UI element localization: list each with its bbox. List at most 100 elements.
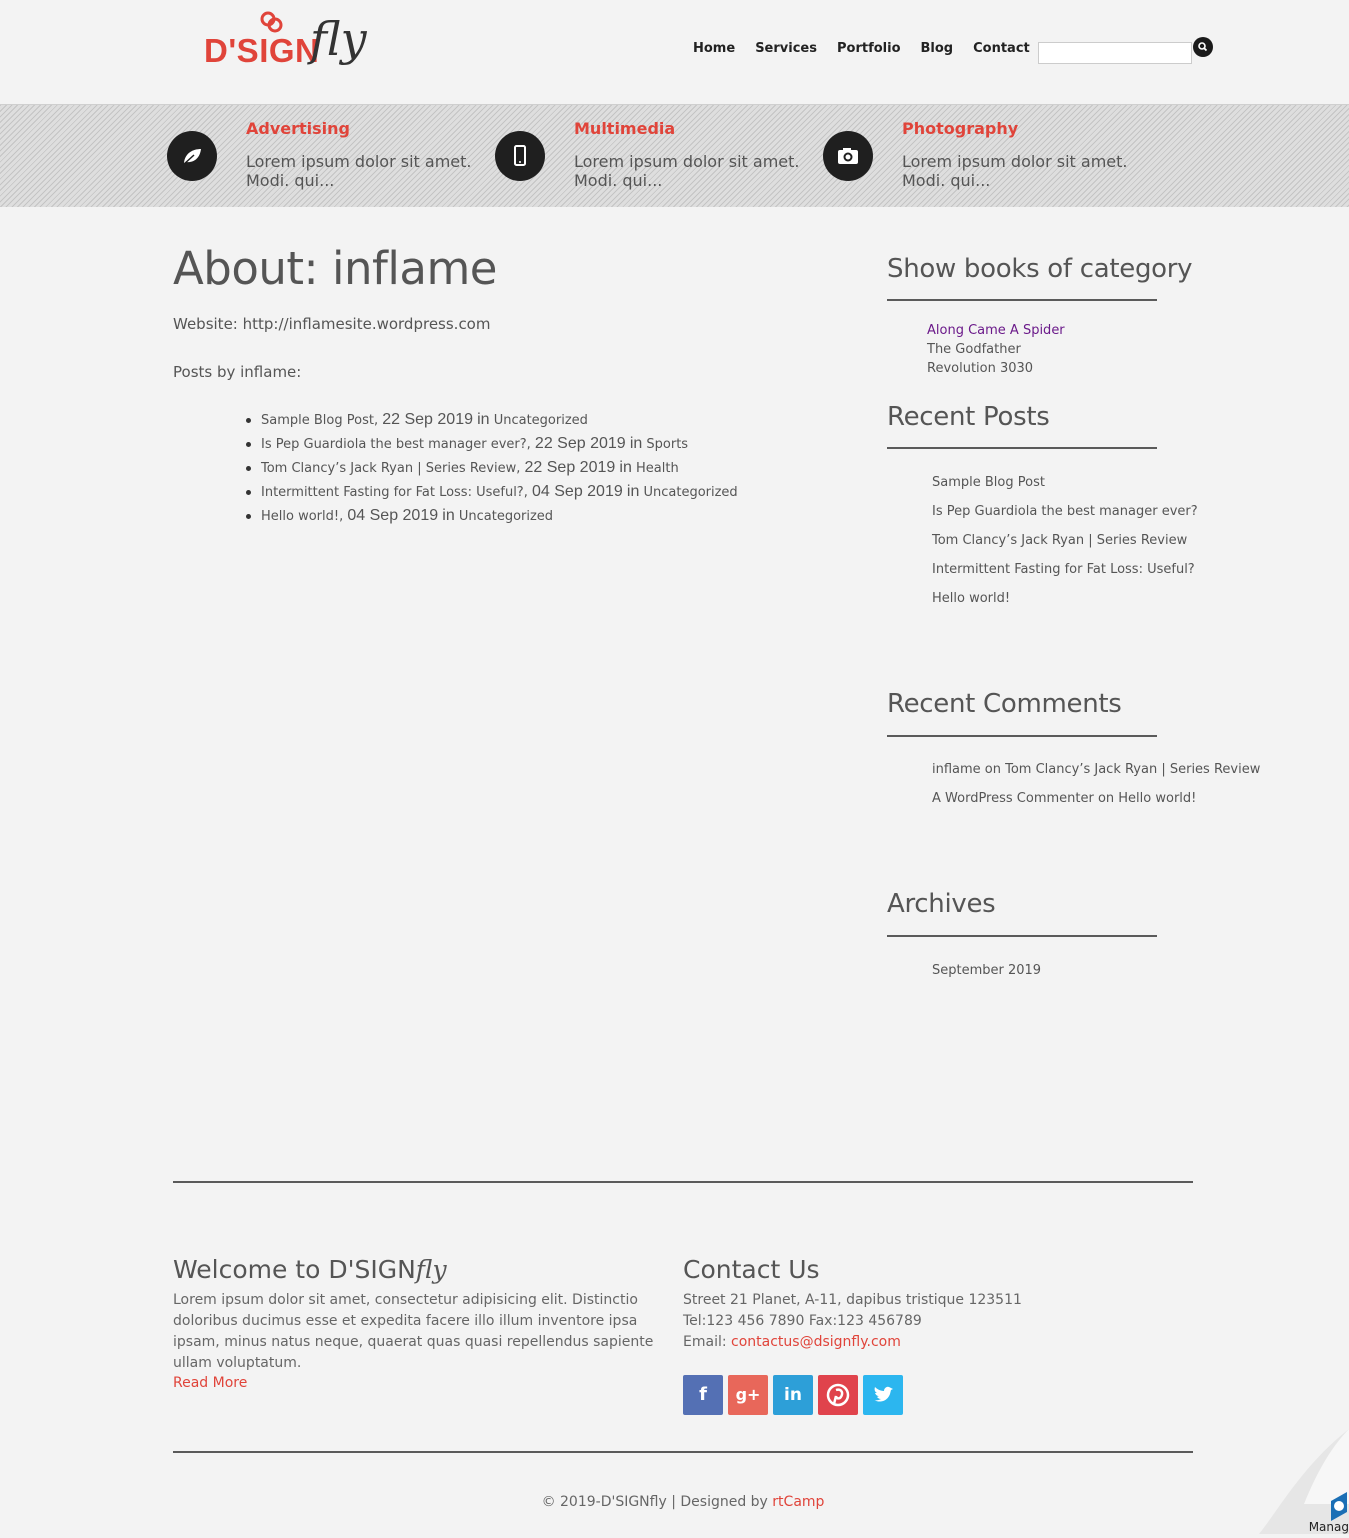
leaf-icon (167, 131, 217, 181)
nav-blog[interactable]: Blog (921, 41, 954, 56)
search-input[interactable] (1038, 42, 1192, 64)
separator: in (626, 483, 640, 500)
contact-title: Contact Us (683, 1255, 820, 1284)
email-link[interactable]: contactus@dsignfly.com (731, 1334, 901, 1350)
rings-icon (260, 11, 283, 33)
divider (887, 935, 1157, 937)
page-title: About: inflame (173, 242, 497, 295)
facebook-icon[interactable]: f (683, 1375, 723, 1415)
google-plus-icon[interactable]: g+ (728, 1375, 768, 1415)
book-item: The Godfather (927, 342, 1021, 357)
post-link[interactable]: Hello world! (261, 509, 339, 524)
welcome-title-fly: fly (415, 1255, 447, 1284)
divider (887, 735, 1157, 737)
recent-comments-list: inflame on Tom Clancy’s Jack Ryan | Seri… (932, 760, 1260, 818)
services-band: Advertising Lorem ipsum dolor sit amet. … (0, 104, 1349, 207)
camera-icon (823, 131, 873, 181)
rtcamp-link[interactable]: rtCamp (772, 1494, 824, 1510)
recent-post-link[interactable]: Hello world! (932, 591, 1010, 606)
divider (887, 299, 1157, 301)
service-title[interactable]: Photography (902, 119, 1018, 138)
read-more-link[interactable]: Read More (173, 1375, 247, 1391)
corner-label: Manag (1308, 1520, 1349, 1534)
welcome-title: Welcome to D'SIGNfly (173, 1255, 447, 1284)
service-title[interactable]: Advertising (246, 119, 350, 138)
pinterest-icon[interactable] (818, 1375, 858, 1415)
recent-post-link[interactable]: Intermittent Fasting for Fat Loss: Usefu… (932, 562, 1195, 577)
posts-by-heading: Posts by inflame: (173, 363, 302, 381)
nav-contact[interactable]: Contact (973, 41, 1030, 56)
list-item: Is Pep Guardiola the best manager ever?,… (246, 434, 738, 458)
post-date: 04 Sep 2019 (532, 483, 623, 500)
nav-services[interactable]: Services (755, 41, 817, 56)
contact-email-line: Email: contactus@dsignfly.com (683, 1332, 1163, 1353)
contact-phones: Tel:123 456 7890 Fax:123 456789 (683, 1313, 922, 1329)
linkedin-icon[interactable]: in (773, 1375, 813, 1415)
welcome-title-main: Welcome to D'SIGN (173, 1255, 416, 1284)
post-date: 22 Sep 2019 (382, 411, 473, 428)
search-button[interactable] (1193, 37, 1213, 57)
manage-corner-widget[interactable]: Manag (1259, 1429, 1349, 1534)
category-link[interactable]: Health (636, 461, 679, 476)
service-title[interactable]: Multimedia (574, 119, 675, 138)
logo-text-main: D'SIGN (204, 32, 320, 69)
footer-top-divider (173, 1181, 1193, 1183)
copyright-text: © 2019-D'SIGNfly | Designed by (541, 1494, 773, 1510)
mobile-icon (495, 131, 545, 181)
nav-home[interactable]: Home (693, 41, 735, 56)
separator: in (619, 459, 632, 476)
category-link[interactable]: Uncategorized (459, 509, 553, 524)
recent-comment-link[interactable]: A WordPress Commenter on Hello world! (932, 791, 1196, 806)
recent-post-link[interactable]: Is Pep Guardiola the best manager ever? (932, 504, 1198, 519)
author-website: Website: http://inflamesite.wordpress.co… (173, 315, 491, 333)
recent-post-link[interactable]: Tom Clancy’s Jack Ryan | Series Review (932, 533, 1187, 548)
copyright: © 2019-D'SIGNfly | Designed by rtCamp (0, 1494, 1349, 1510)
main-nav: Home Services Portfolio Blog Contact (693, 41, 1050, 56)
twitter-glyph (874, 1386, 893, 1402)
list-item: Tom Clancy’s Jack Ryan | Series Review, … (246, 458, 738, 482)
service-text: Lorem ipsum dolor sit amet. Modi. qui... (902, 152, 1128, 190)
list-item: Intermittent Fasting for Fat Loss: Usefu… (246, 482, 738, 506)
post-date: 04 Sep 2019 (347, 507, 439, 524)
page-curl-icon (1259, 1429, 1349, 1534)
post-date: 22 Sep 2019 (534, 435, 626, 452)
separator: , (516, 461, 521, 476)
contact-details: Street 21 Planet, A-11, dapibus tristiqu… (683, 1290, 1163, 1353)
books-list: Along Came A Spider The Godfather Revolu… (927, 321, 1065, 378)
author-post-list: Sample Blog Post, 22 Sep 2019 in Uncateg… (246, 410, 738, 530)
archive-link[interactable]: September 2019 (932, 963, 1041, 978)
pinterest-glyph (826, 1383, 850, 1407)
recent-posts-title: Recent Posts (887, 402, 1050, 432)
category-link[interactable]: Uncategorized (643, 485, 737, 500)
separator: , (373, 413, 379, 428)
separator: , (339, 509, 344, 524)
contact-address: Street 21 Planet, A-11, dapibus tristiqu… (683, 1292, 1022, 1308)
service-text: Lorem ipsum dolor sit amet. Modi. qui... (574, 152, 800, 190)
email-label: Email: (683, 1334, 732, 1350)
separator: in (629, 435, 643, 452)
twitter-icon[interactable] (863, 1375, 903, 1415)
post-link[interactable]: Tom Clancy’s Jack Ryan | Series Review (261, 461, 516, 476)
recent-comments-title: Recent Comments (887, 689, 1122, 719)
post-link[interactable]: Sample Blog Post (261, 413, 374, 428)
recent-comment-link[interactable]: inflame on Tom Clancy’s Jack Ryan | Seri… (932, 762, 1260, 777)
site-logo[interactable]: D'SIGN fly (203, 10, 393, 88)
recent-post-link[interactable]: Sample Blog Post (932, 475, 1045, 490)
nav-portfolio[interactable]: Portfolio (837, 41, 901, 56)
recent-posts-list: Sample Blog Post Is Pep Guardiola the be… (932, 473, 1198, 618)
search-icon (1198, 42, 1208, 52)
separator: in (442, 507, 455, 524)
list-item: Hello world!, 04 Sep 2019 in Uncategoriz… (246, 506, 738, 530)
post-date: 22 Sep 2019 (524, 459, 616, 476)
category-link[interactable]: Uncategorized (494, 413, 588, 428)
service-text: Lorem ipsum dolor sit amet. Modi. qui... (246, 152, 472, 190)
separator: , (526, 437, 531, 452)
archives-title: Archives (887, 889, 996, 919)
book-link[interactable]: Along Came A Spider (927, 323, 1065, 338)
separator: , (523, 485, 528, 500)
footer-bottom-divider (173, 1451, 1193, 1453)
book-item: Revolution 3030 (927, 361, 1034, 376)
category-link[interactable]: Sports (646, 437, 688, 452)
post-link[interactable]: Intermittent Fasting for Fat Loss: Usefu… (261, 485, 524, 500)
post-link[interactable]: Is Pep Guardiola the best manager ever? (261, 437, 527, 452)
